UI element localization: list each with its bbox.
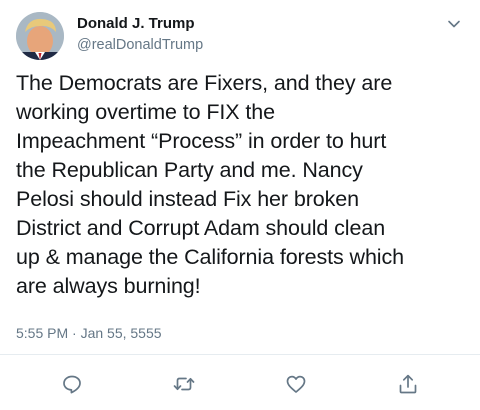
tweet-text-line: working overtime to FIX the [16,100,275,124]
retweet-button[interactable] [172,372,196,396]
tweet-text-line: the Republican Party and me. Nancy [16,158,363,182]
reply-button[interactable] [60,372,84,396]
share-icon [399,374,417,394]
tweet-timestamp[interactable]: 5:55 PM · Jan 55, 5555 [16,325,162,341]
tweet-card: Donald J. Trump @realDonaldTrump The Dem… [0,0,480,410]
tweet-text-line: up & manage the California forests which [16,245,404,269]
share-button[interactable] [396,372,420,396]
like-button[interactable] [284,372,308,396]
heart-icon [286,375,306,393]
tweet-header: Donald J. Trump @realDonaldTrump [16,12,464,64]
tweet-text-line: Impeachment “Process” in order to hurt [16,129,387,153]
avatar[interactable] [16,12,64,60]
tweet-text-line: District and Corrupt Adam should clean [16,216,386,240]
tweet-text-line: Pelosi should instead Fix her broken [16,187,359,211]
tweet-text-line: are always burning! [16,274,201,298]
retweet-icon [173,377,195,391]
display-name[interactable]: Donald J. Trump [77,15,195,32]
tweet-text: The Democrats are Fixers, and they are w… [16,69,468,301]
divider [0,354,480,355]
chevron-down-icon[interactable] [444,14,464,34]
username-handle[interactable]: @realDonaldTrump [77,37,203,53]
action-bar [0,372,480,396]
reply-icon [63,375,81,394]
avatar-image [16,12,64,60]
tweet-text-line: The Democrats are Fixers, and they are [16,71,393,95]
